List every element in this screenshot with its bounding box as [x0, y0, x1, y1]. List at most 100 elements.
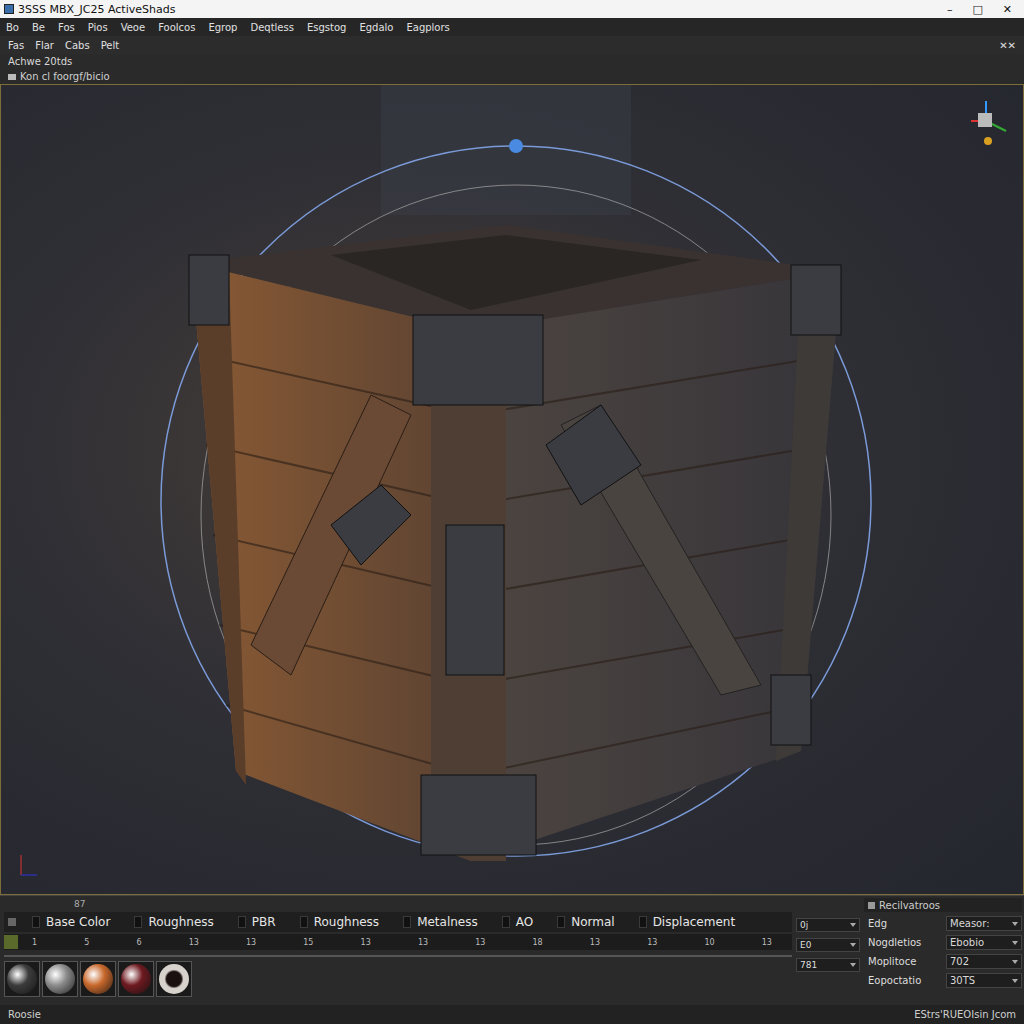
- toolbar-item[interactable]: Fas: [8, 40, 24, 51]
- viewport-header: Achwe 20tdsKon cl foorgf/bicio: [0, 54, 1024, 84]
- material-swatch[interactable]: [118, 961, 154, 997]
- close-button[interactable]: ✕: [1003, 3, 1012, 16]
- tab-marker: [403, 916, 411, 928]
- dropdown[interactable]: E0: [796, 938, 860, 952]
- status-bar: Roosie EStrs'RUEOIsin Jcom: [0, 1005, 1024, 1024]
- tab-label: PBR: [252, 915, 276, 929]
- property-label: Moplitoce: [864, 956, 942, 967]
- timeline-tick: 1: [32, 938, 37, 947]
- viewport-label: Achwe 20tds: [8, 54, 1016, 69]
- counter: 87: [74, 899, 85, 909]
- close-panel-button[interactable]: ✕✕: [999, 40, 1016, 51]
- scrub-track[interactable]: [4, 955, 792, 957]
- timeline-ticks: 1561313151313131813131013: [32, 938, 792, 947]
- menu-item[interactable]: Egrop: [208, 22, 237, 33]
- property-label: Nogdletios: [864, 937, 942, 948]
- tab-marker: [557, 916, 565, 928]
- camera-icon: [8, 74, 16, 80]
- menu-item[interactable]: Esgstog: [307, 22, 346, 33]
- menu-item[interactable]: Be: [32, 22, 45, 33]
- dropdown-arrow-icon: [1012, 979, 1018, 983]
- map-tab[interactable]: Roughness: [124, 915, 227, 929]
- material-swatch[interactable]: [80, 961, 116, 997]
- world-axis-icon: [21, 855, 37, 875]
- minimize-button[interactable]: –: [947, 3, 953, 16]
- swatch-ball: [45, 964, 75, 994]
- tabs-icon: [8, 918, 16, 926]
- map-tab[interactable]: PBR: [228, 915, 290, 929]
- swatch-ball: [7, 964, 37, 994]
- map-tab[interactable]: Displacement: [629, 915, 750, 929]
- tab-marker: [300, 916, 308, 928]
- property-field[interactable]: Measor:: [946, 916, 1022, 931]
- tab-label: Displacement: [653, 915, 736, 929]
- dropdown-value: 781: [800, 960, 817, 970]
- swatch-ball: [159, 964, 189, 994]
- dropdown-arrow-icon: [850, 923, 856, 927]
- dropdown-arrow-icon: [850, 943, 856, 947]
- property-row: EdgMeasor:: [864, 916, 1022, 931]
- status-left: Roosie: [8, 1009, 41, 1020]
- map-tab[interactable]: Metalness: [393, 915, 492, 929]
- dropdown-column: 0j E0 781: [796, 896, 860, 1005]
- property-value: Measor:: [950, 918, 990, 929]
- viewport-sublabel: Kon cl foorgf/bicio: [20, 69, 110, 84]
- menu-item[interactable]: Egdalo: [359, 22, 393, 33]
- map-tab[interactable]: Base Color: [22, 915, 124, 929]
- toolbar: Fas Flar Cabs Pelt ✕✕: [0, 36, 1024, 54]
- toolbar-item[interactable]: Pelt: [101, 40, 120, 51]
- collapse-icon[interactable]: [868, 902, 875, 909]
- timeline-tick: 13: [762, 938, 772, 947]
- menu-item[interactable]: Foolcos: [158, 22, 195, 33]
- property-row: Moplitoce 702: [864, 954, 1022, 969]
- timeline-tick: 13: [475, 938, 485, 947]
- map-tab[interactable]: AO: [492, 915, 547, 929]
- timeline-tick: 15: [303, 938, 313, 947]
- dropdown-arrow-icon: [850, 963, 856, 967]
- maximize-button[interactable]: □: [972, 3, 982, 16]
- property-value: Ebobio: [950, 937, 984, 948]
- timeline-tick: 13: [189, 938, 199, 947]
- menu-item[interactable]: Eagplors: [406, 22, 449, 33]
- menu-item[interactable]: Deqtless: [250, 22, 293, 33]
- dropdown[interactable]: 781: [796, 958, 860, 972]
- material-swatch[interactable]: [4, 961, 40, 997]
- property-row: Eopoctatio 30TS: [864, 973, 1022, 988]
- app-icon: [4, 4, 14, 14]
- tab-marker: [134, 916, 142, 928]
- menu-item[interactable]: Bo: [6, 22, 19, 33]
- menu-item[interactable]: Fos: [58, 22, 75, 33]
- dropdown[interactable]: 0j: [796, 918, 860, 932]
- viewport[interactable]: [0, 84, 1024, 895]
- tab-marker: [238, 916, 246, 928]
- property-label: Eopoctatio: [864, 975, 942, 986]
- tab-label: AO: [516, 915, 533, 929]
- keyframe-icon: [4, 935, 18, 949]
- properties-title: Recilvatroos: [879, 900, 940, 911]
- toolbar-item[interactable]: Cabs: [65, 40, 90, 51]
- timeline-tick: 13: [246, 938, 256, 947]
- menu-item[interactable]: Pios: [88, 22, 108, 33]
- tab-marker: [502, 916, 510, 928]
- material-swatch[interactable]: [42, 961, 78, 997]
- tab-label: Normal: [571, 915, 614, 929]
- map-tab[interactable]: Normal: [547, 915, 628, 929]
- material-swatch[interactable]: [156, 961, 192, 997]
- property-field[interactable]: Ebobio: [946, 935, 1022, 950]
- property-field[interactable]: 30TS: [946, 973, 1022, 988]
- lower-left: [4, 952, 792, 997]
- status-right: EStrs'RUEOIsin Jcom: [914, 1009, 1016, 1020]
- timeline-tick: 6: [136, 938, 141, 947]
- dropdown-arrow-icon: [1012, 960, 1018, 964]
- crate-render: [1, 85, 1023, 894]
- timeline-tick: 13: [418, 938, 428, 947]
- swatches: [4, 957, 792, 997]
- map-tab[interactable]: Roughness: [290, 915, 393, 929]
- app-window: {"window": {"title": "3SSS MBX_JC25 Acti…: [0, 0, 1024, 1024]
- toolbar-item[interactable]: Flar: [35, 40, 54, 51]
- menu-item[interactable]: Veoe: [121, 22, 146, 33]
- property-field[interactable]: 702: [946, 954, 1022, 969]
- dropdown-arrow-icon: [1012, 941, 1018, 945]
- tab-marker: [32, 916, 40, 928]
- timeline[interactable]: 1561313151313131813131013: [4, 934, 792, 950]
